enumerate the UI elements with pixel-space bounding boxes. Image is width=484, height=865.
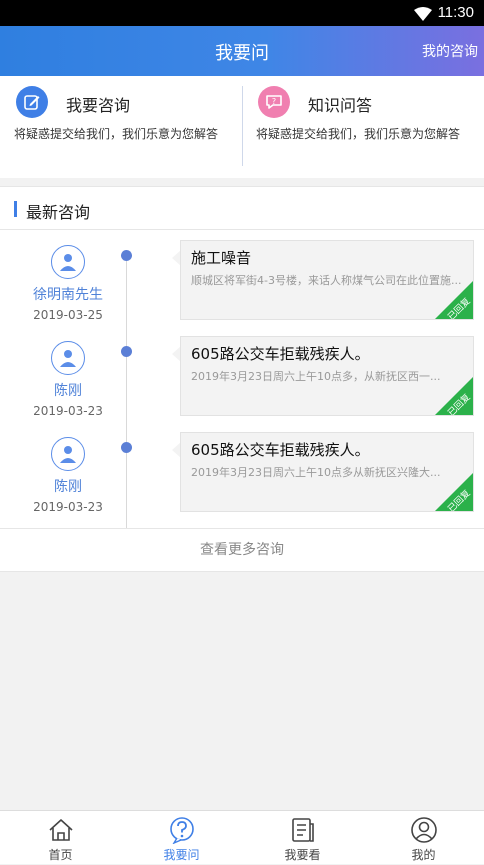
consult-card-desc: 将疑惑提交给我们，我们乐意为您解答 xyxy=(14,127,219,141)
status-time: 11:30 xyxy=(437,4,474,21)
consult-desc: 顺城区将军街4-3号楼，来话人称煤气公司在此位置施... xyxy=(191,274,462,287)
consult-card[interactable]: 我要咨询 将疑惑提交给我们，我们乐意为您解答 xyxy=(0,76,242,178)
app-header: 我要问 我的咨询 xyxy=(0,26,484,76)
latest-consultations-header: 最新咨询 xyxy=(0,186,484,230)
consult-title: 605路公交车拒载残疾人。 xyxy=(191,441,370,459)
timeline-dot xyxy=(121,250,132,261)
knowledge-card[interactable]: ? 知识问答 将疑惑提交给我们，我们乐意为您解答 xyxy=(242,76,484,178)
view-more-button[interactable]: 查看更多咨询 xyxy=(0,528,484,572)
home-icon xyxy=(47,816,75,844)
wifi-icon xyxy=(414,6,432,25)
tab-label: 我要问 xyxy=(163,848,200,862)
user-name: 陈刚 xyxy=(54,479,82,495)
replied-badge: 已回复 xyxy=(435,281,473,319)
svg-text:?: ? xyxy=(272,97,276,106)
consult-desc: 2019年3月23日周六上午10点多从新抚区兴隆大... xyxy=(191,466,441,479)
tab-label: 我要看 xyxy=(284,848,321,862)
bottom-tab-bar: 首页 我要问 我要看 我的 xyxy=(0,810,484,864)
consult-bubble[interactable]: 施工噪音 顺城区将军街4-3号楼，来话人称煤气公司在此位置施... 已回复 xyxy=(180,240,474,320)
user-name: 徐明南先生 xyxy=(33,287,103,303)
consult-date: 2019-03-25 xyxy=(33,308,103,322)
timeline-dot xyxy=(121,346,132,357)
replied-badge: 已回复 xyxy=(435,377,473,415)
section-accent-bar xyxy=(14,201,17,217)
user-name: 陈刚 xyxy=(54,383,82,399)
avatar xyxy=(51,437,85,471)
tab-home[interactable]: 首页 xyxy=(0,811,121,865)
avatar xyxy=(51,245,85,279)
section-title: 最新咨询 xyxy=(26,203,91,222)
page-title: 我要问 xyxy=(215,43,269,64)
tab-ask[interactable]: 我要问 xyxy=(121,811,242,865)
entry-cards: 我要咨询 将疑惑提交给我们，我们乐意为您解答 ? 知识问答 将疑惑提交给我们，我… xyxy=(0,76,484,178)
tab-label: 首页 xyxy=(48,848,73,862)
list-item[interactable]: 徐明南先生 2019-03-25 施工噪音 顺城区将军街4-3号楼，来话人称煤气… xyxy=(0,240,484,336)
consult-desc: 2019年3月23日周六上午10点多，从新抚区西一... xyxy=(191,370,441,383)
avatar xyxy=(51,341,85,375)
status-bar: 11:30 xyxy=(0,0,484,26)
consult-bubble[interactable]: 605路公交车拒载残疾人。 2019年3月23日周六上午10点多，从新抚区西一.… xyxy=(180,336,474,416)
question-icon xyxy=(168,816,196,845)
knowledge-card-title: 知识问答 xyxy=(308,96,373,115)
replied-badge: 已回复 xyxy=(435,473,473,511)
card-divider xyxy=(242,86,243,166)
tab-view[interactable]: 我要看 xyxy=(242,811,363,865)
consult-date: 2019-03-23 xyxy=(33,500,103,514)
my-consultations-link[interactable]: 我的咨询 xyxy=(422,41,478,61)
document-icon xyxy=(289,816,317,844)
tab-label: 我的 xyxy=(411,848,436,862)
consult-title: 施工噪音 xyxy=(191,249,252,267)
tab-mine[interactable]: 我的 xyxy=(363,811,484,865)
consultation-list: 徐明南先生 2019-03-25 施工噪音 顺城区将军街4-3号楼，来话人称煤气… xyxy=(0,230,484,528)
timeline-dot xyxy=(121,442,132,453)
edit-icon xyxy=(16,86,48,118)
list-item[interactable]: 陈刚 2019-03-23 605路公交车拒载残疾人。 2019年3月23日周六… xyxy=(0,336,484,432)
list-item[interactable]: 陈刚 2019-03-23 605路公交车拒载残疾人。 2019年3月23日周六… xyxy=(0,432,484,528)
consult-title: 605路公交车拒载残疾人。 xyxy=(191,345,370,363)
user-icon xyxy=(410,816,438,844)
consult-bubble[interactable]: 605路公交车拒载残疾人。 2019年3月23日周六上午10点多从新抚区兴隆大.… xyxy=(180,432,474,512)
chat-icon: ? xyxy=(258,86,290,118)
consult-date: 2019-03-23 xyxy=(33,404,103,418)
consult-card-title: 我要咨询 xyxy=(66,96,131,115)
knowledge-card-desc: 将疑惑提交给我们，我们乐意为您解答 xyxy=(256,127,461,141)
